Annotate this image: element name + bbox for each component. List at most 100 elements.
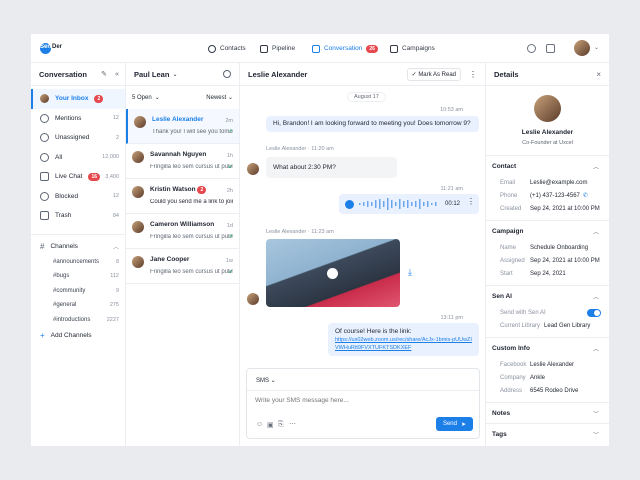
contact-name: Cameron Williamson [150,221,215,228]
nav-pipeline[interactable]: Pipeline [260,41,295,56]
conversation-item[interactable]: Cameron Williamson Fringilla leo sem cur… [126,214,239,249]
channel-label: #general [53,302,77,309]
conversation-item[interactable]: Savannah Nguyen Fringilla leo sem cursus… [126,144,239,179]
open-filter[interactable]: 5 Open [132,95,152,101]
send-button[interactable]: Send ➤ [436,417,473,431]
message-text: Of course! Here is the link: [335,328,412,335]
sender-name: Leslie Alexander [266,146,307,152]
attach-icon[interactable]: ⎘ [278,421,284,429]
details-header: Details × [486,63,609,86]
channel-item[interactable]: #announcements 8 [31,255,125,270]
voice-message[interactable]: 00:12 ⋮ [339,194,479,214]
channels-chevron-icon: ︿ [112,245,119,251]
tags-header[interactable]: Tags ﹀ [492,424,603,444]
profile-card: Leslie Alexander Co-Founder at Uxcel [486,86,609,155]
section-title: Tags [492,430,507,438]
conversation-item[interactable]: Leslie Alexander Thank you! I will see y… [126,109,239,144]
send-icon: ➤ [460,421,467,428]
section-title: Notes [492,409,511,417]
logo[interactable]: SenDer [40,44,62,50]
voice-more-icon[interactable]: ⋮ [467,197,475,207]
list-owner[interactable]: Paul Lean [134,70,169,79]
image-attachment[interactable] [266,239,400,307]
contact-name: Leslie Alexander [152,116,204,123]
ai-send-row: Send with Sen AI [492,306,603,319]
custom-info-header[interactable]: Custom Info ︿ [492,338,603,358]
campaign-name-row: Name Schedule Onboarding [492,241,603,254]
field-value[interactable]: Lead Gen Library [544,323,590,329]
nav-campaigns[interactable]: Campaigns [390,41,435,56]
zoom-link[interactable]: https://us02web.zoom.us/rec/share/AcJx-1… [335,336,472,352]
video-play-icon[interactable] [327,268,338,279]
emoji-icon[interactable]: ☺ [256,421,263,428]
field-value[interactable]: Leslie@example.com [530,180,587,186]
search-icon[interactable] [223,70,231,78]
custom-facebook-row: Facebook Leslie Alexander [492,358,603,371]
channel-item[interactable]: #general 275 [31,298,125,313]
field-value: Leslie Alexander [530,361,575,368]
sidebar-item-blocked[interactable]: Blocked 12 [31,187,125,207]
more-options-icon[interactable]: ⋯ [289,420,296,428]
sidebar-item-your-inbox[interactable]: Your Inbox 2 [31,89,125,109]
phone-icon[interactable] [527,44,536,53]
profile-role: Co-Founder at Uxcel [522,140,573,146]
sidebar-item-mentions[interactable]: Mentions 12 [31,109,125,129]
sidebar-item-count: 12 [112,193,119,200]
sidebar-item-label: Live Chat [55,173,83,181]
collapse-icon[interactable]: « [115,71,119,78]
notes-header[interactable]: Notes ﹀ [492,403,603,423]
contact-section-header[interactable]: Contact ︿ [492,156,603,176]
ai-section-header[interactable]: Sen AI ︿ [492,286,603,306]
conversation-item[interactable]: Kristin Watson 2 Could you send me a lin… [126,179,239,214]
field-value[interactable]: (+1) 437-123-4567 [530,193,580,199]
sidebar-item-all[interactable]: All 12,000 [31,148,125,168]
message-time: 11:23 am [311,229,334,235]
sidebar-item-trash[interactable]: Trash 84 [31,206,125,226]
channel-item[interactable]: #introductions 2227 [31,313,125,328]
sidebar-item-live-chat[interactable]: Live Chat 16 3,400 [31,167,125,187]
image-icon[interactable]: ▣ [267,421,274,429]
ai-toggle[interactable] [587,308,601,317]
owner-chevron-icon[interactable]: ⌄ [172,71,177,78]
compose-icon[interactable]: ✎ [101,70,107,78]
conversation-item[interactable]: Jane Cooper Fringilla leo sem cursus ut … [126,249,239,284]
sender-avatar [247,293,259,305]
contact-avatar [132,186,144,198]
read-check-icon: ↗ [227,129,233,135]
campaign-section-header[interactable]: Campaign ︿ [492,221,603,241]
sender-avatar [247,163,259,175]
sidebar-item-unassigned[interactable]: Unassigned 2 [31,128,125,148]
user-avatar[interactable] [574,40,590,56]
contact-avatar [132,221,144,233]
date-divider: August 17 [347,92,386,102]
channels-header[interactable]: # Channels ︿ [31,239,125,255]
message-time: 2m [225,118,233,124]
channel-item[interactable]: #community 9 [31,284,125,299]
add-channels-button[interactable]: + Add Channels [31,327,125,343]
message-time: 1w [225,258,233,264]
mark-as-read-button[interactable]: ✓ Mark As Read [406,67,461,81]
channel-select[interactable]: SMS ⌄ [256,377,276,384]
conversation-list: Paul Lean ⌄ 5 Open ⌄ Newest ⌄ Leslie Ale… [126,63,240,446]
chevron-up-icon: ︿ [592,346,599,353]
calendar-icon[interactable] [546,44,555,53]
message-input[interactable] [255,397,465,404]
channel-count: 112 [110,273,119,280]
channel-label: #community [53,287,86,294]
sidebar: Conversation ✎ « Your Inbox 2 Mentions 1… [31,63,126,446]
play-icon[interactable] [345,200,354,209]
hash-icon: # [40,242,45,251]
more-icon[interactable]: ⋮ [469,70,477,79]
nav-label: Contacts [220,45,246,52]
channels-title: Channels [50,243,78,250]
field-value: Sep 24, 2021 at 10:00 PM [530,257,600,264]
download-icon[interactable]: ⤓ [408,267,412,278]
close-icon[interactable]: × [596,70,601,79]
account-chevron-icon[interactable]: ⌄ [594,44,599,51]
sort-select[interactable]: Newest ⌄ [206,94,233,101]
channel-item[interactable]: #bugs 112 [31,269,125,284]
nav-conversation[interactable]: Conversation 26 [312,41,378,56]
nav-contacts[interactable]: Contacts [208,41,246,56]
call-icon[interactable]: ✆ [583,192,588,199]
chevron-up-icon: ︿ [592,164,599,171]
